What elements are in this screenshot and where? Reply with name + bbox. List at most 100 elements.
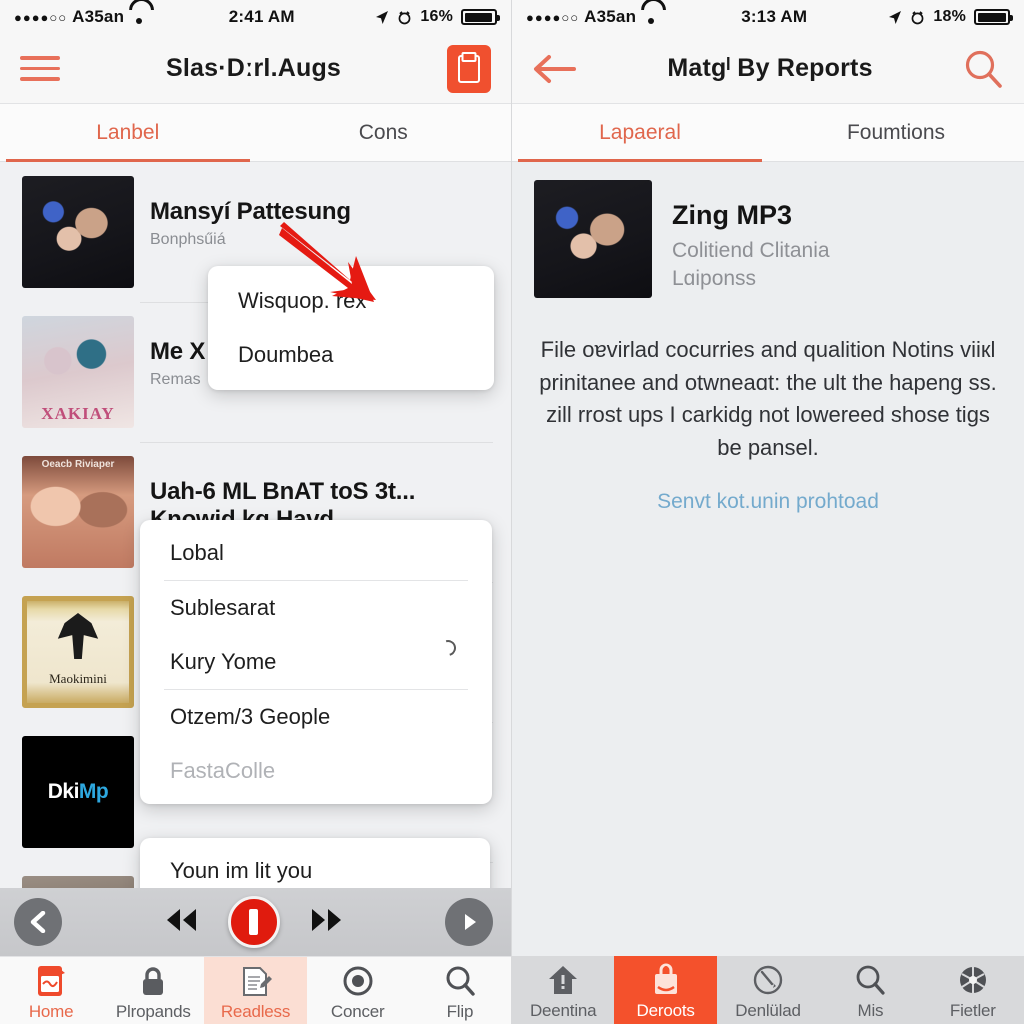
tabbar-label: Concer xyxy=(330,1001,385,1021)
location-icon xyxy=(889,10,902,24)
album-art-watermark-part1: Dki xyxy=(47,780,80,803)
nav-bar-right: Matgˡ By Reports xyxy=(512,34,1024,104)
detail-link[interactable]: Senvt kot.unin prohtoad xyxy=(512,490,1024,514)
tabbar-item-deentina[interactable]: Deentina xyxy=(512,956,614,1024)
tabbar-item-flip[interactable]: Flip xyxy=(409,957,511,1024)
tab-strip-left: Lanbel Cons xyxy=(0,104,511,162)
album-art: Oeacb Riviaper xyxy=(22,456,134,568)
pie-icon xyxy=(957,963,989,997)
tab-strip-right: Lapaeral Foumtions xyxy=(512,104,1024,162)
back-arrow-icon[interactable] xyxy=(532,52,578,86)
bottom-tab-bar-right: Deentina Deroots Denlülad Mis Fietler xyxy=(512,956,1024,1024)
detail-subtitle-2: Lɑiponss xyxy=(672,267,757,290)
right-screen: ●●●●○○ A35an 3:13 AM 18% Matgˡ By Report… xyxy=(512,0,1024,1024)
dual-screenshot: ●●●●○○ A35an 2:41 AM 16% Slas·Dːrl.Augs … xyxy=(0,0,1024,1024)
menu-item[interactable]: Doumbea xyxy=(208,328,494,382)
alarm-icon xyxy=(911,10,924,24)
tabbar-label: Denlülad xyxy=(735,1001,801,1020)
menu-item[interactable]: Sublesarat xyxy=(140,581,492,635)
tabbar-label: Fietler xyxy=(949,1001,996,1020)
album-art xyxy=(22,176,134,288)
wifi-icon xyxy=(641,10,660,24)
record-pause-icon[interactable] xyxy=(227,896,280,948)
battery-percent: 16% xyxy=(420,8,453,25)
tab-lanbel[interactable]: Lanbel xyxy=(0,104,256,162)
list-item-title: Me X xyxy=(150,338,206,365)
battery-icon xyxy=(461,9,500,25)
status-clock: 2:41 AM xyxy=(228,7,295,26)
page-title: Slas·Dːrl.Augs xyxy=(165,54,342,82)
notes-edit-icon xyxy=(240,964,272,998)
album-art-graphic xyxy=(57,613,99,659)
play-icon[interactable] xyxy=(445,898,493,946)
tab-foumtions[interactable]: Foumtions xyxy=(768,104,1024,161)
album-art xyxy=(534,180,652,298)
location-icon xyxy=(376,10,389,24)
tabbar-label: Mis xyxy=(857,1001,884,1020)
tabbar-item-readless[interactable]: Readless xyxy=(204,957,307,1024)
tabbar-label: Plropands xyxy=(115,1001,191,1021)
list-item-subtitle: Remas xyxy=(150,370,201,388)
album-art: Maokimini xyxy=(22,596,134,708)
status-left-group: ●●●●○○ A35an xyxy=(14,7,148,27)
bag-icon xyxy=(650,963,682,997)
detail-body-text: File oɐvirlad cocurries and qualition No… xyxy=(539,337,997,460)
album-art-watermark-part2: Mp xyxy=(78,780,109,803)
status-right-group: 18% xyxy=(888,8,1013,26)
carrier-label: A35an xyxy=(72,7,125,26)
alarm-icon xyxy=(398,10,411,24)
menu-item[interactable]: Kury Yome xyxy=(140,635,492,689)
status-right-group: 16% xyxy=(375,8,500,26)
status-bar-right: ●●●●○○ A35an 3:13 AM 18% xyxy=(512,0,1024,34)
album-art-watermark: Maokimini xyxy=(49,671,107,686)
menu-item[interactable]: Lobal xyxy=(140,526,492,580)
page-title: Matgˡ By Reports xyxy=(667,54,873,82)
donut-icon xyxy=(342,964,374,998)
tabbar-label: Deroots xyxy=(636,1001,695,1020)
bottom-tab-bar-left: Home Plropands Readless Concer Flip xyxy=(0,956,511,1024)
detail-meta: Zing MP3 Colitiend Clitania Lɑiponss xyxy=(672,180,830,298)
menu-item[interactable]: Otzem/3 Geople xyxy=(140,690,492,744)
tabbar-label: Flip xyxy=(446,1001,474,1021)
lock-icon xyxy=(138,964,168,998)
tabbar-item-concer[interactable]: Concer xyxy=(307,957,409,1024)
context-menu-middle[interactable]: Lobal Sublesarat Kury Yome Otzem/3 Geopl… xyxy=(140,520,492,804)
tabbar-item-fietler[interactable]: Fietler xyxy=(922,956,1024,1024)
hamburger-icon[interactable] xyxy=(20,54,60,84)
chevron-left-icon[interactable] xyxy=(14,898,62,946)
search-icon xyxy=(854,963,886,997)
status-bar-left: ●●●●○○ A35an 2:41 AM 16% xyxy=(0,0,511,34)
tab-cons[interactable]: Cons xyxy=(256,104,512,161)
player-bar xyxy=(0,888,511,956)
detail-title: Zing MP3 xyxy=(672,200,792,230)
battery-percent: 18% xyxy=(933,8,966,25)
tabbar-item-denlulad[interactable]: Denlülad xyxy=(717,956,819,1024)
signal-dots: ●●●●○○ xyxy=(14,9,68,25)
tab-lapaeral[interactable]: Lapaeral xyxy=(512,104,768,162)
menu-item-disabled: FastaColle xyxy=(170,758,276,783)
album-art-watermark: Oeacb Riviaper xyxy=(41,459,115,470)
rewind-icon[interactable] xyxy=(160,906,202,939)
detail-header: Zing MP3 Colitiend Clitania Lɑiponss xyxy=(512,162,1024,306)
tabbar-item-deroots[interactable]: Deroots xyxy=(614,956,717,1024)
annotation-arrow-icon xyxy=(279,222,376,302)
search-icon xyxy=(444,964,476,998)
news-app-icon xyxy=(36,964,66,998)
left-screen: ●●●●○○ A35an 2:41 AM 16% Slas·Dːrl.Augs … xyxy=(0,0,512,1024)
tabbar-label: Readless xyxy=(220,1001,291,1021)
status-left-group: ●●●●○○ A35an xyxy=(526,7,660,27)
fast-forward-icon[interactable] xyxy=(306,906,348,939)
album-art-watermark: XAKIAY xyxy=(41,404,115,423)
album-art: XAKIAY xyxy=(22,316,134,428)
tabbar-item-home[interactable]: Home xyxy=(0,957,102,1024)
tabbar-item-plropands[interactable]: Plropands xyxy=(102,957,204,1024)
clipboard-icon[interactable] xyxy=(447,44,491,93)
tabbar-item-mis[interactable]: Mis xyxy=(819,956,921,1024)
player-controls xyxy=(62,896,445,948)
album-art: DkiMp xyxy=(22,736,134,848)
list-item-meta: Me X Remas xyxy=(150,316,205,389)
tabbar-label: Deentina xyxy=(529,1001,597,1020)
detail-subtitle-1: Colitiend Clitania xyxy=(672,239,830,262)
home-alert-icon xyxy=(547,963,579,997)
search-icon[interactable] xyxy=(962,48,1004,90)
